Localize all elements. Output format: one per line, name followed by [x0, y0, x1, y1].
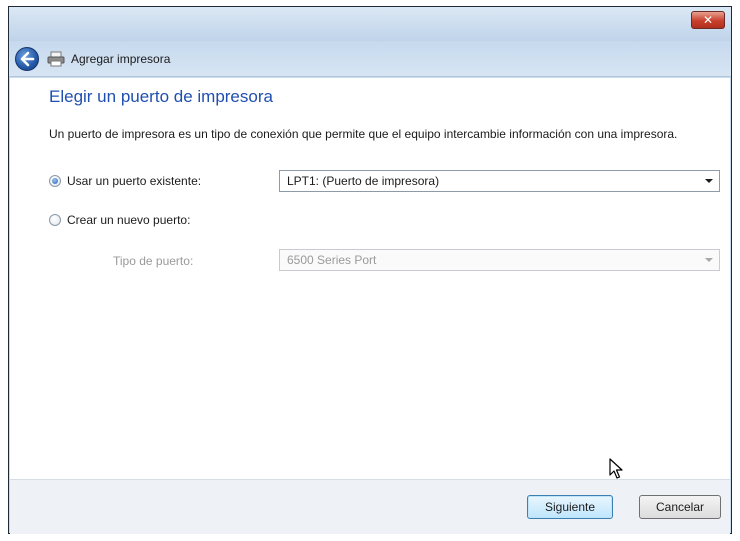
- title-bar: ✕: [9, 7, 731, 41]
- wizard-content: Elegir un puerto de impresora Un puerto …: [10, 78, 730, 479]
- window-title: Agregar impresora: [71, 52, 171, 66]
- radio-existing-port-indicator[interactable]: [49, 175, 61, 187]
- back-button[interactable]: [15, 47, 39, 71]
- next-button[interactable]: Siguiente: [527, 495, 613, 519]
- existing-port-select[interactable]: LPT1: (Puerto de impresora): [279, 170, 720, 192]
- navigation-bar: Agregar impresora: [9, 41, 731, 77]
- chevron-down-icon: [705, 179, 713, 183]
- port-type-select: 6500 Series Port: [279, 249, 720, 271]
- page-heading: Elegir un puerto de impresora: [49, 87, 273, 106]
- wizard-footer: Siguiente Cancelar: [10, 479, 730, 534]
- port-type-select-value: 6500 Series Port: [287, 253, 377, 267]
- radio-new-port-indicator[interactable]: [49, 214, 61, 226]
- add-printer-window: ✕ Agregar impresora Elegir un puerto de …: [8, 6, 732, 534]
- radio-new-port-label[interactable]: Crear un nuevo puerto:: [67, 213, 190, 227]
- printer-icon: [47, 51, 65, 67]
- back-arrow-icon: [20, 51, 35, 67]
- existing-port-select-value: LPT1: (Puerto de impresora): [287, 174, 440, 188]
- chevron-down-icon: [705, 258, 713, 262]
- port-type-label: Tipo de puerto:: [113, 254, 194, 268]
- page-description: Un puerto de impresora es un tipo de con…: [49, 127, 678, 141]
- radio-new-port[interactable]: Crear un nuevo puerto:: [49, 213, 190, 227]
- close-button[interactable]: ✕: [691, 11, 725, 29]
- radio-existing-port[interactable]: Usar un puerto existente:: [49, 174, 201, 188]
- cancel-button[interactable]: Cancelar: [639, 495, 721, 519]
- radio-existing-port-label[interactable]: Usar un puerto existente:: [67, 174, 201, 188]
- mouse-pointer-icon: [609, 458, 623, 479]
